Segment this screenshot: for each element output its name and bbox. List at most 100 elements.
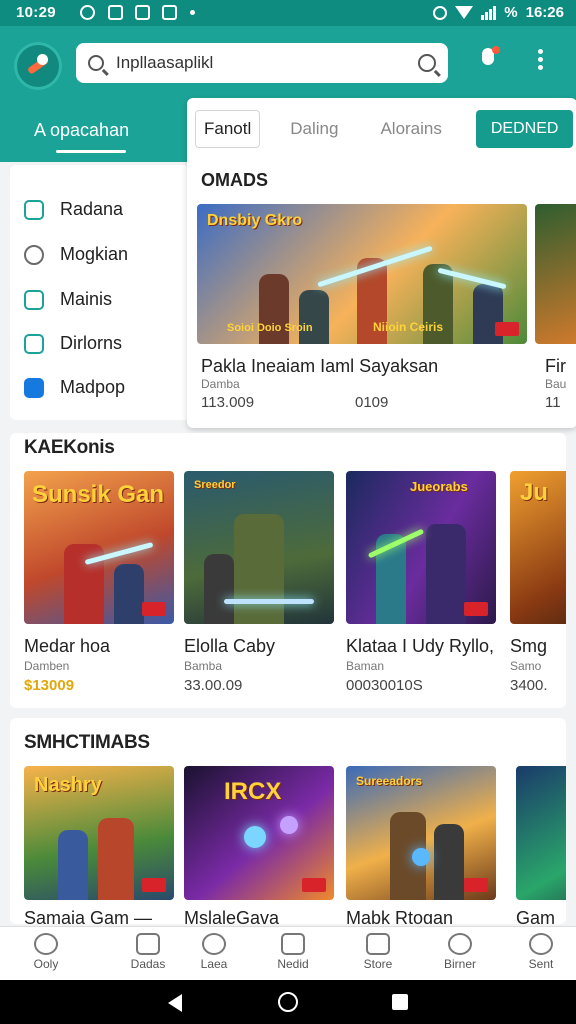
art-figure (114, 564, 144, 624)
notification-icon (108, 5, 123, 20)
app-card[interactable]: IRCX MslaleGava (184, 766, 334, 924)
rating-badge (464, 602, 488, 616)
art-figure (58, 830, 88, 900)
app-name: Elolla Caby (184, 636, 276, 656)
chip-dedned-button[interactable]: DEDNED (475, 110, 574, 148)
app-developer: Damben (24, 659, 70, 673)
image-icon (24, 289, 44, 310)
section-kaekonis: KAEKonis Sunsik Gan Medar hoa Damben $13… (10, 433, 566, 708)
art-figure (434, 824, 464, 900)
nav-item-label: Nedid (277, 957, 309, 971)
featured-app-name: Pakla Ineaiam Iaml Sayaksan (201, 356, 439, 376)
flower-icon (202, 933, 226, 955)
app-thumbnail: Sureeadors (346, 766, 496, 900)
app-name: Mabk Rtogan (346, 908, 454, 924)
app-name: Klataa I Udy Ryllo, (346, 636, 495, 656)
notification-icon (80, 5, 95, 20)
app-price: 3400. (510, 677, 548, 694)
notification-icon (162, 5, 177, 20)
featured-banner-next[interactable] (535, 204, 576, 344)
featured-app-sub: Bau (545, 377, 567, 391)
sidebar-item-mainis[interactable]: Mainis (24, 289, 112, 310)
chip-alorains[interactable]: Alorains (368, 110, 453, 148)
art-figure (299, 290, 329, 344)
sidebar-item-madpop[interactable]: Madpop (24, 377, 125, 398)
tab-indicator (56, 150, 126, 153)
app-name: Samaia Gam — (24, 908, 153, 924)
app-price: 33.00.09 (184, 677, 243, 694)
nav-item-store[interactable]: Store (342, 927, 414, 981)
search-icon (88, 55, 104, 71)
featured-banner[interactable]: Dnsbiy Gkro Soioi Doio Sroin Niioin Ceir… (197, 204, 527, 344)
nav-item-label: Birner (443, 957, 476, 971)
search-input[interactable] (116, 53, 418, 73)
app-developer: Samo (510, 659, 542, 673)
app-card[interactable]: Sunsik Gan Medar hoa Damben $13009 (24, 471, 174, 694)
notification-dot (190, 10, 195, 15)
app-name: Gam (516, 908, 556, 924)
wifi-icon (455, 6, 474, 19)
thumb-art-title: IRCX (224, 778, 282, 805)
gamepad-icon (24, 199, 44, 220)
thumb-art-title: Nashry (34, 774, 102, 796)
status-time-left: 10:29 (16, 4, 56, 21)
nav-item-dadas[interactable]: Dadas (112, 927, 184, 981)
sidebar-item-radana[interactable]: Radana (24, 199, 123, 220)
app-card[interactable]: Nashry Samaia Gam — (24, 766, 174, 924)
sidebar-item-label: Mainis (60, 289, 113, 309)
sidebar-item-label: Radana (60, 199, 124, 219)
nav-item-sent[interactable]: Sent (505, 927, 576, 981)
list-icon (136, 933, 160, 955)
search-bar[interactable] (76, 43, 448, 83)
section-title: KAEKonis (24, 437, 115, 458)
banner-art-title: Dnsbiy Gkro (207, 212, 303, 229)
app-developer: Baman (346, 659, 385, 673)
media-icon (281, 933, 305, 955)
featured-app-price: 0109 (355, 394, 389, 411)
chip-fanotl[interactable]: Fanotl (195, 110, 261, 148)
store-icon (366, 933, 390, 955)
back-icon[interactable] (168, 994, 182, 1012)
featured-app-name: Fir (545, 356, 566, 376)
chip-daling[interactable]: Daling (278, 110, 350, 148)
filter-chips: Fanotl Daling Alorains DEDNED (195, 110, 574, 148)
rating-badge (142, 602, 166, 616)
art-orb (280, 816, 298, 834)
home-icon[interactable] (278, 992, 298, 1012)
sidebar-item-dirlorns[interactable]: Dirlorns (24, 333, 122, 354)
app-card[interactable]: Ju Smg Samo 3400. (510, 471, 566, 694)
account-icon (24, 377, 44, 398)
mic-icon[interactable] (478, 46, 500, 74)
nav-item-laea[interactable]: Laea (178, 927, 250, 981)
nav-item-label: Sent (528, 957, 554, 971)
recent-apps-icon[interactable] (392, 994, 408, 1010)
sidebar-item-label: Mogkian (60, 244, 129, 264)
app-card[interactable]: Gam (516, 766, 566, 924)
thumb-art-title: Sreedor (194, 479, 236, 491)
tab-main[interactable]: A opacahan (34, 120, 129, 141)
search-submit-icon[interactable] (418, 54, 436, 72)
app-thumbnail: IRCX (184, 766, 334, 900)
notification-icon (135, 5, 150, 20)
sidebar-item-mogkian[interactable]: Mogkian (24, 244, 128, 265)
status-bar: 10:29 % 16:26 (0, 0, 576, 26)
app-card[interactable]: Jueorabs Klataa I Udy Ryllo, Baman 00030… (346, 471, 496, 694)
app-card[interactable]: Sreedor Elolla Caby Bamba 33.00.09 (184, 471, 334, 694)
app-thumbnail: Ju (510, 471, 566, 624)
bottom-nav: Ooly Dadas Laea Nedid Store Birner Sent (0, 926, 576, 980)
app-card[interactable]: Sureeadors Mabk Rtogan (346, 766, 496, 924)
rating-badge (495, 322, 519, 336)
nav-item-ooly[interactable]: Ooly (10, 927, 82, 981)
thumb-art-title: Sureeadors (356, 774, 423, 788)
battery-indicator: % (504, 4, 518, 21)
nav-item-label: Laea (200, 957, 228, 971)
nav-item-nedid[interactable]: Nedid (257, 927, 329, 981)
app-logo-icon[interactable] (14, 42, 62, 90)
people-icon (34, 933, 58, 955)
more-options-icon[interactable] (532, 46, 548, 76)
nav-item-birner[interactable]: Birner (424, 927, 496, 981)
signal-icon (481, 5, 497, 20)
art-figure (204, 554, 234, 624)
featured-app-sub: Damba (201, 377, 240, 391)
featured-panel: Fanotl Daling Alorains DEDNED OMADS Dnsb… (187, 98, 576, 428)
